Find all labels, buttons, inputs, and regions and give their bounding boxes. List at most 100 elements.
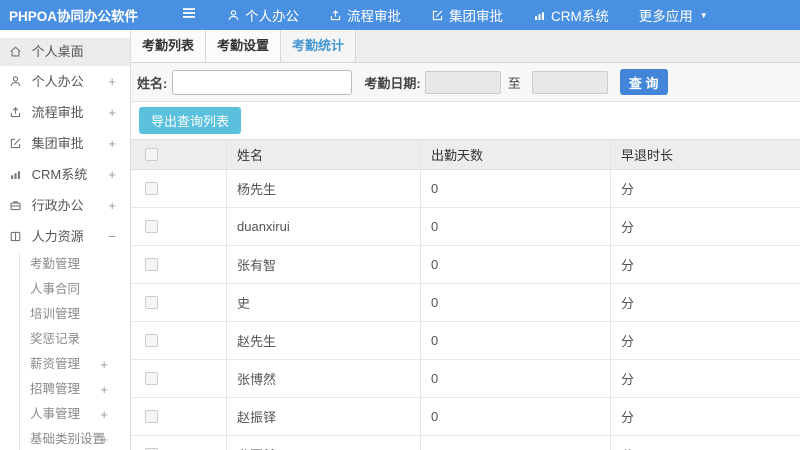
row-checkbox[interactable] — [145, 372, 158, 385]
submenu-item-label: 薪资管理 — [30, 357, 81, 371]
app-title: PHPOA协同办公软件 — [9, 9, 139, 24]
sidebar-item-label: 人力资源 — [31, 229, 84, 244]
person-icon — [9, 68, 22, 99]
export-list-button[interactable]: 导出查询列表 — [139, 107, 242, 134]
home-icon — [9, 40, 22, 68]
expand-plus[interactable]: + — [100, 377, 108, 402]
expand-plus[interactable]: + — [108, 128, 116, 159]
name-filter-label: 姓名: — [137, 75, 168, 91]
row-checkbox[interactable] — [145, 258, 158, 271]
sidebar-item-label: 流程审批 — [31, 105, 84, 120]
table-row: 龙冠希 0 分 — [131, 436, 800, 450]
tab-attendance-list[interactable]: 考勤列表 — [131, 30, 207, 62]
column-header-late-duration: 早退时长 — [621, 148, 674, 163]
sidebar-item-crm-system[interactable]: CRM系统 + — [0, 159, 130, 190]
attendance-stats-table: 姓名 出勤天数 早退时长 杨先生 0 分 duanxirui 0 分 张有智 0… — [131, 139, 800, 450]
date-from-input[interactable] — [424, 70, 501, 94]
submenu-item-hr-contract[interactable]: 人事合同 — [20, 277, 130, 302]
submenu-item-recruit-mgmt[interactable]: 招聘管理 + — [20, 377, 130, 402]
column-header-name: 姓名 — [227, 140, 421, 169]
submenu-item-salary-mgmt[interactable]: 薪资管理 + — [20, 352, 130, 377]
cell-late: 分 — [621, 296, 635, 311]
tab-attendance-stats[interactable]: 考勤统计 — [281, 30, 357, 62]
collapse-minus[interactable]: − — [108, 221, 116, 252]
cell-late: 分 — [621, 182, 635, 197]
submenu-item-label: 培训管理 — [30, 307, 81, 321]
sidebar-item-personal-office[interactable]: 个人办公 + — [0, 66, 130, 97]
edit-icon — [431, 9, 444, 22]
nav-label: 流程审批 — [347, 9, 401, 24]
table-header-row: 姓名 出勤天数 早退时长 — [131, 139, 800, 170]
sidebar-item-human-resources[interactable]: 人力资源 − — [0, 221, 130, 252]
submenu-item-base-category-settings[interactable]: 基础类别设置 + — [20, 427, 130, 450]
submenu-item-label: 奖惩记录 — [30, 332, 81, 346]
cell-days: 0 — [421, 322, 611, 359]
tab-attendance-settings[interactable]: 考勤设置 — [206, 30, 282, 62]
expand-plus[interactable]: + — [100, 427, 108, 450]
book-icon — [9, 223, 22, 254]
cell-late: 分 — [621, 258, 635, 273]
submenu-item-attendance-mgmt[interactable]: 考勤管理 — [20, 252, 130, 277]
submenu-item-label: 基础类别设置 — [30, 432, 106, 446]
hamburger-icon — [181, 5, 197, 26]
nav-workflow-approval[interactable]: 流程审批 — [329, 5, 401, 25]
sidebar-item-admin-office[interactable]: 行政办公 + — [0, 190, 130, 221]
sidebar-item-label: 集团审批 — [31, 136, 84, 151]
briefcase-icon — [9, 192, 22, 223]
nav-label: 个人办公 — [245, 9, 299, 24]
submenu-item-label: 考勤管理 — [30, 257, 81, 271]
table-row: 赵振铎 0 分 — [131, 398, 800, 436]
row-checkbox[interactable] — [145, 334, 158, 347]
cell-late: 分 — [621, 410, 635, 425]
nav-personal-office[interactable]: 个人办公 — [227, 5, 299, 25]
date-range-to-label: 至 — [507, 75, 521, 91]
sidebar-item-personal-desktop[interactable]: 个人桌面 — [0, 38, 130, 66]
name-filter-input[interactable] — [172, 69, 353, 95]
cell-days: 0 — [421, 284, 611, 321]
cell-days: 0 — [421, 246, 611, 283]
caret-down-icon: ▼ — [699, 10, 708, 20]
cell-name: 史 — [227, 284, 421, 321]
chart-icon — [9, 161, 22, 192]
edit-icon — [9, 130, 22, 161]
cell-name: duanxirui — [227, 208, 421, 245]
table-row: 张博然 0 分 — [131, 360, 800, 398]
search-button[interactable]: 查 询 — [619, 69, 668, 95]
cell-name: 龙冠希 — [227, 436, 421, 450]
submenu-item-reward-punishment[interactable]: 奖惩记录 — [20, 327, 130, 352]
nav-crm-system[interactable]: CRM系统 — [533, 5, 609, 25]
nav-more-apps[interactable]: 更多应用 ▼ — [639, 5, 708, 25]
cell-name: 赵振铎 — [227, 398, 421, 435]
expand-plus[interactable]: + — [108, 190, 116, 221]
row-checkbox[interactable] — [145, 182, 158, 195]
expand-plus[interactable]: + — [100, 402, 108, 427]
date-to-input[interactable] — [531, 70, 608, 94]
submenu-item-personnel-mgmt[interactable]: 人事管理 + — [20, 402, 130, 427]
filter-bar: 姓名: 考勤日期: 至 查 询 — [131, 63, 800, 102]
main-content: 考勤列表 考勤设置 考勤统计 姓名: 考勤日期: 至 查 询 导出查询列表 姓名… — [131, 30, 800, 450]
table-row: 史 0 分 — [131, 284, 800, 322]
table-row: 张有智 0 分 — [131, 246, 800, 284]
sidebar-item-label: 行政办公 — [31, 198, 84, 213]
cell-days: 0 — [421, 436, 611, 450]
submenu-item-training-mgmt[interactable]: 培训管理 — [20, 302, 130, 327]
row-checkbox[interactable] — [145, 220, 158, 233]
table-row: 赵先生 0 分 — [131, 322, 800, 360]
expand-plus[interactable]: + — [108, 66, 116, 97]
cell-name: 杨先生 — [227, 170, 421, 207]
sidebar-item-workflow-approval[interactable]: 流程审批 + — [0, 97, 130, 128]
nav-label: 集团审批 — [449, 9, 503, 24]
person-icon — [227, 9, 240, 22]
tab-bar: 考勤列表 考勤设置 考勤统计 — [131, 30, 800, 63]
expand-plus[interactable]: + — [108, 159, 116, 190]
upload-icon — [329, 9, 342, 22]
expand-plus[interactable]: + — [108, 97, 116, 128]
cell-days: 0 — [421, 360, 611, 397]
select-all-checkbox[interactable] — [145, 148, 158, 161]
nav-group-approval[interactable]: 集团审批 — [431, 5, 503, 25]
menu-toggle-button[interactable] — [181, 5, 197, 26]
expand-plus[interactable]: + — [100, 352, 108, 377]
row-checkbox[interactable] — [145, 410, 158, 423]
row-checkbox[interactable] — [145, 296, 158, 309]
sidebar-item-group-approval[interactable]: 集团审批 + — [0, 128, 130, 159]
